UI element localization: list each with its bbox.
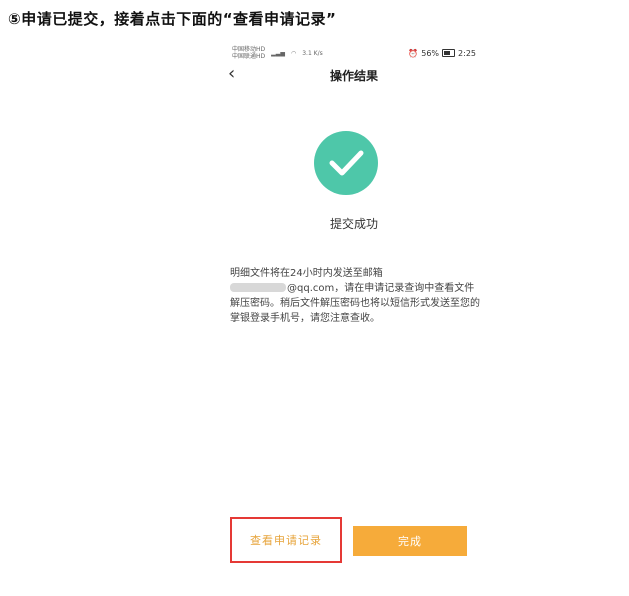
alarm-icon: ⏰ [408, 48, 419, 58]
wifi-icon: ◠ [290, 49, 297, 57]
info-text: 明细文件将在24小时内发送至邮箱 @qq.com，请在申请记录查询中查看文件解压… [230, 266, 480, 326]
page-title: 操作结果 [329, 69, 378, 83]
view-records-button[interactable]: 查看申请记录 [230, 517, 342, 563]
info-line-1: 明细文件将在24小时内发送至邮箱 [230, 268, 383, 279]
done-button[interactable]: 完成 [353, 526, 467, 556]
carrier-2: 中国联通HD [232, 53, 266, 60]
signal-icon: ▂▃▅ [271, 49, 285, 57]
done-label: 完成 [398, 535, 422, 548]
clock: 2:25 [458, 48, 476, 58]
battery-percent: 56% [421, 48, 440, 58]
phone-screen: 中国移动HD 中国联通HD ▂▃▅ ◠ 3.1 K/s ⏰ 56% 2:25 ‹… [222, 40, 486, 596]
carrier-1: 中国移动HD [232, 46, 266, 53]
network-speed: 3.1 K/s [302, 49, 323, 57]
battery-icon [442, 49, 456, 57]
status-bar: 中国移动HD 中国联通HD ▂▃▅ ◠ 3.1 K/s ⏰ 56% 2:25 [232, 46, 476, 60]
view-records-label: 查看申请记录 [250, 534, 322, 547]
masked-email [230, 283, 286, 292]
check-circle-icon [314, 131, 378, 195]
instruction-caption: ⑤申请已提交，接着点击下面的“查看申请记录” [8, 10, 337, 28]
status-right: ⏰ 56% 2:25 [408, 49, 476, 58]
carrier-info: 中国移动HD 中国联通HD ▂▃▅ ◠ 3.1 K/s [232, 46, 323, 60]
success-message: 提交成功 [329, 217, 378, 231]
nav-bar: ‹ 操作结果 [222, 64, 486, 86]
info-body: @qq.com，请在申请记录查询中查看文件解压密码。稍后文件解压密码也将以短信形… [230, 281, 480, 326]
